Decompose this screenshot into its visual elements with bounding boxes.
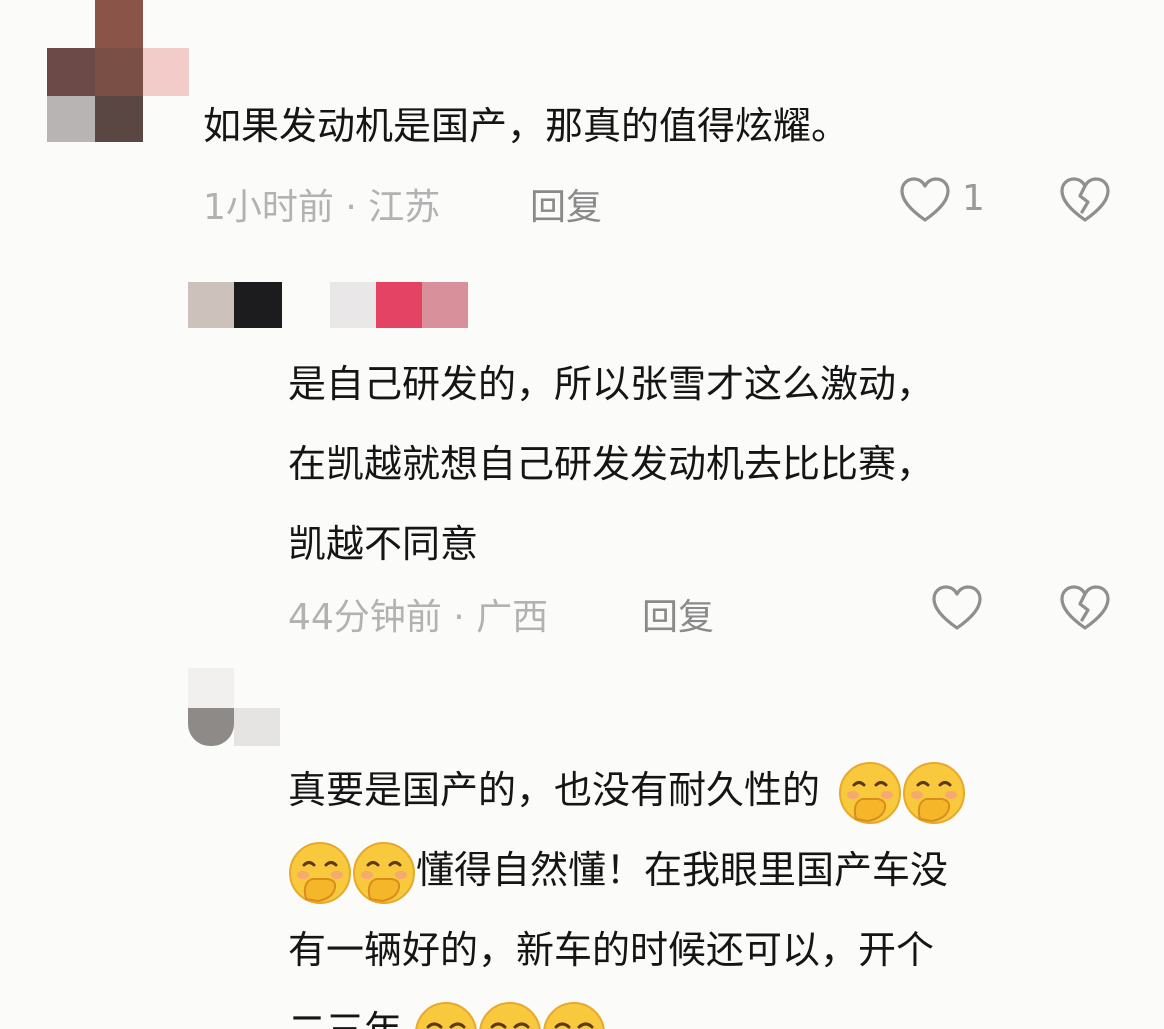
avatar-pixelated[interactable] xyxy=(188,282,472,328)
heart-outline-icon xyxy=(900,177,950,222)
covering-mouth-emoji xyxy=(352,841,416,905)
dislike-button[interactable] xyxy=(1058,582,1112,636)
heart-outline-icon xyxy=(932,585,982,630)
meta-separator: · xyxy=(441,597,477,638)
covering-mouth-emoji xyxy=(838,761,902,825)
reply-button[interactable]: 回复 xyxy=(642,588,714,640)
comment-line: 二三年 xyxy=(288,990,966,1029)
comment-line: 是自己研发的，所以张雪才这么激动， xyxy=(288,362,935,406)
comment-meta: 1小时前 · 江苏 xyxy=(203,178,440,230)
avatar-pixelated[interactable] xyxy=(47,0,189,142)
comment-line: 凯越不同意 xyxy=(288,522,479,566)
comment-line: 懂得自然懂！在我眼里国产车没 xyxy=(288,830,966,910)
comment-location: 广西 xyxy=(476,597,549,638)
broken-heart-icon xyxy=(1060,177,1110,222)
meta-separator: · xyxy=(333,187,369,228)
comment-line: 真要是国产的，也没有耐久性的 xyxy=(288,750,966,830)
broken-heart-icon xyxy=(1060,585,1110,630)
avatar-pixelated[interactable] xyxy=(188,668,284,746)
comment-text: 是自己研发的，所以张雪才这么激动， 在凯越就想自己研发发动机去比比赛， 凯越不同… xyxy=(288,344,934,584)
like-button[interactable] xyxy=(898,174,952,228)
comment-line: 在凯越就想自己研发发动机去比比赛， xyxy=(288,442,935,486)
comment-line: 如果发动机是国产，那真的值得炫耀。 xyxy=(203,104,850,148)
comment-location: 江苏 xyxy=(368,187,441,228)
comment-text: 真要是国产的，也没有耐久性的 懂得自然懂！在我眼里国产车没 有一辆好的，新车的时… xyxy=(288,750,966,1029)
dislike-button[interactable] xyxy=(1058,174,1112,228)
covering-mouth-emoji xyxy=(902,761,966,825)
crying-laughing-emoji xyxy=(478,1001,542,1029)
covering-mouth-emoji xyxy=(288,841,352,905)
crying-laughing-emoji xyxy=(414,1001,478,1029)
comment-meta: 44分钟前 · 广西 xyxy=(288,588,548,640)
reply-button[interactable]: 回复 xyxy=(530,178,602,230)
like-button[interactable] xyxy=(930,582,984,636)
comment-text: 如果发动机是国产，那真的值得炫耀。 xyxy=(203,86,849,166)
comment-time: 1小时前 xyxy=(203,187,334,228)
comment-time: 44分钟前 xyxy=(288,597,442,638)
like-count: 1 xyxy=(962,178,985,219)
comment-line: 有一辆好的，新车的时候还可以，开个 xyxy=(288,928,935,972)
crying-laughing-emoji xyxy=(542,1001,606,1029)
